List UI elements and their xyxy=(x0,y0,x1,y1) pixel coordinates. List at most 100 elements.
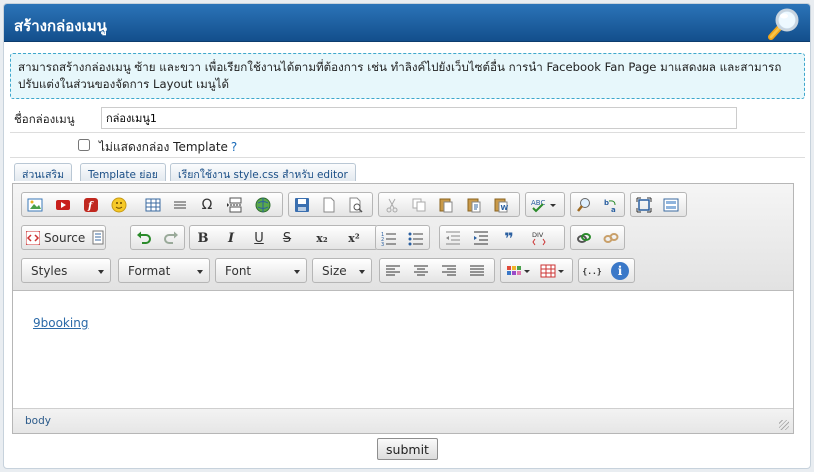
italic-icon[interactable]: I xyxy=(222,229,240,247)
youtube-icon[interactable] xyxy=(54,196,72,214)
unlink-icon[interactable] xyxy=(602,229,620,247)
svg-text:a: a xyxy=(611,206,616,213)
preview-icon[interactable] xyxy=(347,196,365,214)
hide-template-checkbox[interactable] xyxy=(78,139,90,151)
svg-text:b: b xyxy=(604,199,609,207)
save-icon[interactable] xyxy=(293,196,311,214)
tab-addons[interactable]: ส่วนเสริม xyxy=(14,163,73,181)
submit-button[interactable]: submit xyxy=(377,438,438,460)
bulleted-list-icon[interactable] xyxy=(407,229,425,247)
align-center-icon[interactable] xyxy=(412,262,430,280)
element-path[interactable]: body xyxy=(25,415,51,427)
size-dropdown[interactable]: Size xyxy=(312,258,372,283)
image-icon[interactable] xyxy=(26,196,44,214)
source-group: Source xyxy=(21,225,106,250)
menu-name-input[interactable] xyxy=(101,107,737,129)
format-label: Format xyxy=(128,264,171,278)
format-dropdown[interactable]: Format xyxy=(118,258,210,283)
special-char-icon[interactable]: Ω xyxy=(198,196,216,214)
find-group: ba xyxy=(570,192,625,217)
clipboard-group: W xyxy=(378,192,520,217)
color-group xyxy=(500,258,573,283)
svg-text:W: W xyxy=(501,204,509,212)
templates-icon[interactable] xyxy=(89,229,107,247)
divider xyxy=(10,157,805,158)
paste-word-icon[interactable]: W xyxy=(492,196,510,214)
bold-icon[interactable]: B xyxy=(194,229,212,247)
superscript-icon[interactable]: x² xyxy=(345,229,363,247)
page-break-icon[interactable] xyxy=(225,196,243,214)
blockquote-icon[interactable]: ❞ xyxy=(500,229,518,248)
hide-template-label: ไม่แสดงกล่อง Template? xyxy=(99,138,237,157)
tools-group: {..} i xyxy=(578,258,635,283)
link-icon[interactable] xyxy=(575,229,593,247)
subscript-icon[interactable]: x₂ xyxy=(313,229,331,247)
editor-toolbar: f Ω W ABC b a Source B I U S x₂ x² 1 2 3… xyxy=(13,184,793,291)
basic-styles-group: B I U S x₂ x² xyxy=(189,225,378,250)
smiley-icon[interactable] xyxy=(110,196,128,214)
rich-text-editor: f Ω W ABC b a Source B I U S x₂ x² 1 2 3… xyxy=(12,183,794,434)
combo-row: Styles Format Font Size {..} i xyxy=(21,258,781,283)
chevron-down-icon xyxy=(294,270,300,274)
document-group xyxy=(288,192,373,217)
align-right-icon[interactable] xyxy=(440,262,458,280)
underline-icon[interactable]: U xyxy=(250,229,268,247)
numbered-list-icon[interactable]: 123 xyxy=(380,229,398,247)
maximize-icon[interactable] xyxy=(635,196,653,214)
align-left-icon[interactable] xyxy=(384,262,402,280)
strike-icon[interactable]: S xyxy=(278,229,296,247)
chevron-down-icon xyxy=(359,270,365,274)
divider xyxy=(10,132,805,133)
cut-icon[interactable] xyxy=(383,196,401,214)
new-page-icon[interactable] xyxy=(320,196,338,214)
code-icon[interactable]: {..} xyxy=(582,262,601,280)
menu-box-panel: สร้างกล่องเมนู สามารถสร้างกล่องเมนู ซ้าย… xyxy=(3,3,811,469)
text-color-icon[interactable] xyxy=(505,262,533,280)
content-link[interactable]: 9booking xyxy=(33,316,88,330)
resize-grip-icon[interactable] xyxy=(779,420,789,430)
table-icon[interactable] xyxy=(144,196,162,214)
svg-text:ABC: ABC xyxy=(531,199,545,207)
svg-text:DIV: DIV xyxy=(532,231,544,239)
link-group xyxy=(570,225,625,250)
div-icon[interactable]: DIV xyxy=(530,229,548,247)
undo-icon[interactable] xyxy=(135,229,153,247)
show-blocks-icon[interactable] xyxy=(662,196,680,214)
magnifier-icon xyxy=(768,8,799,40)
replace-icon[interactable]: ba xyxy=(602,196,620,214)
flash-icon[interactable]: f xyxy=(82,196,100,214)
font-label: Font xyxy=(225,264,252,278)
font-dropdown[interactable]: Font xyxy=(215,258,307,283)
source-icon xyxy=(26,231,40,245)
hide-template-text: ไม่แสดงกล่อง Template xyxy=(99,140,228,154)
find-icon[interactable] xyxy=(575,196,593,214)
source-label: Source xyxy=(44,231,86,245)
iframe-icon[interactable] xyxy=(254,196,272,214)
justify-icon[interactable] xyxy=(468,262,486,280)
view-group xyxy=(630,192,687,217)
page-title: สร้างกล่องเมนู xyxy=(14,17,107,35)
spellcheck-icon[interactable]: ABC xyxy=(530,196,558,214)
about-icon[interactable]: i xyxy=(611,262,629,280)
tab-style-css[interactable]: เรียกใช้งาน style.css สำหรับ editor xyxy=(170,163,356,181)
styles-label: Styles xyxy=(31,264,68,278)
outdent-icon[interactable] xyxy=(444,229,462,247)
table-dropdown-icon[interactable] xyxy=(539,262,567,280)
chevron-down-icon xyxy=(197,270,203,274)
block-group: ❞ DIV xyxy=(439,225,565,250)
paste-icon[interactable] xyxy=(437,196,455,214)
paste-text-icon[interactable] xyxy=(465,196,483,214)
tab-sub-template[interactable]: Template ย่อย xyxy=(80,163,166,181)
horizontal-rule-icon[interactable] xyxy=(171,196,189,214)
help-link[interactable]: ? xyxy=(231,140,237,154)
redo-icon[interactable] xyxy=(162,229,180,247)
insert-group: f Ω xyxy=(21,192,283,217)
styles-dropdown[interactable]: Styles xyxy=(21,258,111,283)
editor-content-area[interactable]: 9booking xyxy=(13,292,793,408)
info-notice: สามารถสร้างกล่องเมนู ซ้าย และขวา เพื่อเร… xyxy=(10,53,805,99)
source-button[interactable]: Source xyxy=(26,229,88,247)
title-bar: สร้างกล่องเมนู xyxy=(4,4,810,42)
indent-icon[interactable] xyxy=(472,229,490,247)
copy-icon[interactable] xyxy=(410,196,428,214)
svg-text:3: 3 xyxy=(381,242,384,246)
